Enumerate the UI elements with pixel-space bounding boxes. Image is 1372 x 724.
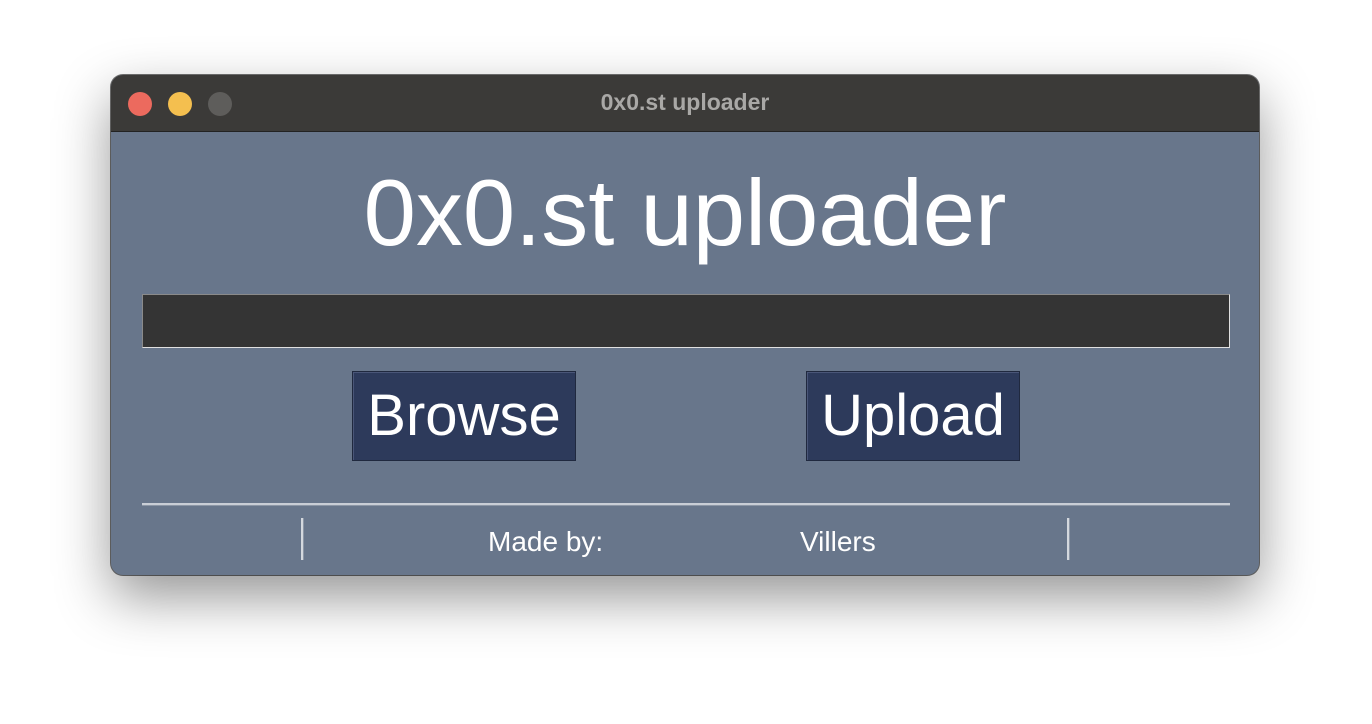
footer-separator-right [1067,518,1070,560]
upload-button[interactable]: Upload [806,371,1020,461]
author-name: Villers [800,526,876,557]
made-by-label: Made by: [488,526,604,557]
file-path-input[interactable] [142,294,1230,348]
horizontal-separator [142,503,1230,506]
app-window: 0x0.st uploader 0x0.st uploader Browse U… [111,75,1259,575]
title-bar[interactable]: 0x0.st uploader [111,75,1259,132]
window-title: 0x0.st uploader [600,89,770,115]
browse-button[interactable]: Browse [352,371,576,461]
footer-separator-left [301,518,304,560]
page-title: 0x0.st uploader [363,160,1007,265]
